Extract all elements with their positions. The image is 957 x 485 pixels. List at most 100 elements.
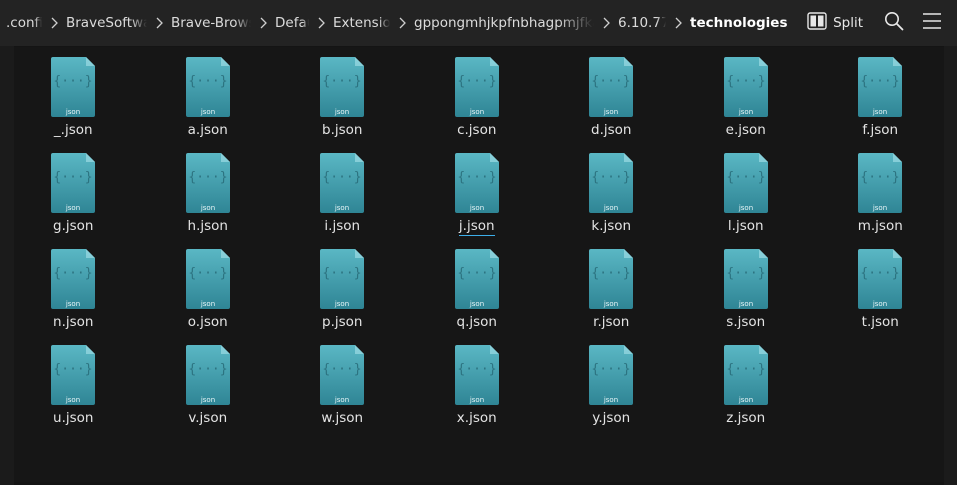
json-file-icon: {···} json (320, 345, 365, 405)
file-item[interactable]: {···} json b.json (275, 57, 410, 153)
json-file-icon: {···} json (454, 153, 499, 213)
file-name: v.json (188, 410, 228, 426)
svg-text:{···}: {···} (188, 266, 227, 281)
file-item[interactable]: {···} json m.json (813, 153, 948, 249)
svg-text:{···}: {···} (861, 266, 900, 281)
svg-text:{···}: {···} (592, 74, 631, 89)
file-icon-label: json (200, 108, 215, 116)
file-item[interactable]: {···} json d.json (544, 57, 679, 153)
svg-text:{···}: {···} (592, 362, 631, 377)
file-item[interactable]: {···} json z.json (679, 345, 814, 441)
file-item[interactable]: {···} json v.json (141, 345, 276, 441)
json-file-icon: {···} json (723, 249, 768, 309)
file-view[interactable]: {···} json _.json {···} json a.json {···} json b… (14, 46, 944, 483)
json-file-icon: {···} json (858, 153, 903, 213)
file-item[interactable]: {···} json t.json (813, 249, 948, 345)
file-item[interactable]: {···} json i.json (275, 153, 410, 249)
json-file-icon: {···} json (589, 153, 634, 213)
file-item[interactable]: {···} json k.json (544, 153, 679, 249)
json-file-icon: {···} json (723, 153, 768, 213)
chevron-right-icon (666, 0, 690, 46)
chevron-right-icon (42, 0, 66, 46)
json-file-icon: {···} json (185, 249, 230, 309)
file-name: g.json (53, 218, 94, 234)
breadcrumb: .config BraveSoftware Brave-Browser Defa… (0, 0, 799, 46)
breadcrumb-item-version[interactable]: 6.10.77_0 (618, 15, 666, 31)
json-file-icon: {···} json (320, 57, 365, 117)
svg-text:{···}: {···} (592, 170, 631, 185)
file-item[interactable]: {···} json _.json (6, 57, 141, 153)
file-name: b.json (322, 122, 363, 138)
chevron-right-icon (251, 0, 275, 46)
svg-text:{···}: {···} (861, 74, 900, 89)
breadcrumb-item-current[interactable]: technologies (690, 15, 788, 31)
file-item[interactable]: {···} json s.json (679, 249, 814, 345)
json-file-icon: {···} json (51, 345, 96, 405)
file-name: p.json (322, 314, 363, 330)
search-button[interactable] (879, 8, 909, 38)
file-item[interactable]: {···} json e.json (679, 57, 814, 153)
file-name: m.json (857, 218, 903, 234)
svg-text:{···}: {···} (457, 74, 496, 89)
breadcrumb-item-extensions[interactable]: Extensions (333, 15, 390, 31)
chevron-right-icon (594, 0, 618, 46)
svg-text:{···}: {···} (188, 74, 227, 89)
json-file-icon: {···} json (185, 345, 230, 405)
svg-text:{···}: {···} (54, 170, 93, 185)
breadcrumb-item-config[interactable]: .config (6, 15, 42, 31)
breadcrumb-item-default[interactable]: Default (275, 15, 309, 31)
file-name: a.json (187, 122, 228, 138)
file-name: f.json (862, 122, 899, 138)
file-item[interactable]: {···} json a.json (141, 57, 276, 153)
file-name: r.json (593, 314, 630, 330)
svg-text:{···}: {···} (457, 362, 496, 377)
file-item[interactable]: {···} json g.json (6, 153, 141, 249)
svg-text:{···}: {···} (726, 74, 765, 89)
json-file-icon: {···} json (858, 57, 903, 117)
file-item[interactable]: {···} json o.json (141, 249, 276, 345)
file-item[interactable]: {···} json l.json (679, 153, 814, 249)
breadcrumb-item-brave-browser[interactable]: Brave-Browser (171, 15, 251, 31)
split-button[interactable]: Split (799, 8, 871, 38)
svg-text:{···}: {···} (726, 266, 765, 281)
file-item[interactable]: {···} json f.json (813, 57, 948, 153)
json-file-icon: {···} json (320, 249, 365, 309)
file-item[interactable]: {···} json y.json (544, 345, 679, 441)
file-item[interactable]: {···} json j.json (410, 153, 545, 249)
svg-text:{···}: {···} (592, 266, 631, 281)
file-item[interactable]: {···} json n.json (6, 249, 141, 345)
file-icon-label: json (872, 204, 887, 212)
file-item[interactable]: {···} json c.json (410, 57, 545, 153)
file-icon-label: json (603, 108, 618, 116)
file-item[interactable]: {···} json q.json (410, 249, 545, 345)
search-icon (884, 11, 904, 35)
file-icon-label: json (469, 300, 484, 308)
breadcrumb-item-extension-id[interactable]: gppongmhjkpfnbhagpmjfkannfbllamg (414, 15, 594, 31)
menu-button[interactable] (917, 8, 947, 38)
file-icon-label: json (872, 300, 887, 308)
file-icon-label: json (65, 300, 80, 308)
file-name: y.json (592, 410, 631, 426)
json-file-icon: {···} json (454, 57, 499, 117)
json-file-icon: {···} json (454, 345, 499, 405)
file-item[interactable]: {···} json r.json (544, 249, 679, 345)
file-item[interactable]: {···} json u.json (6, 345, 141, 441)
chevron-right-icon (309, 0, 333, 46)
file-name: t.json (861, 314, 899, 330)
svg-text:{···}: {···} (323, 266, 362, 281)
file-item[interactable]: {···} json x.json (410, 345, 545, 441)
json-file-icon: {···} json (723, 57, 768, 117)
file-item[interactable]: {···} json w.json (275, 345, 410, 441)
breadcrumb-item-bravesoftware[interactable]: BraveSoftware (66, 15, 147, 31)
file-name: q.json (456, 314, 497, 330)
file-icon-label: json (334, 108, 349, 116)
chevron-right-icon (147, 0, 171, 46)
svg-text:{···}: {···} (54, 362, 93, 377)
file-icon-label: json (738, 300, 753, 308)
file-icon-label: json (738, 108, 753, 116)
file-item[interactable]: {···} json p.json (275, 249, 410, 345)
split-button-label: Split (833, 15, 863, 31)
svg-text:{···}: {···} (54, 266, 93, 281)
file-item[interactable]: {···} json h.json (141, 153, 276, 249)
chevron-right-icon (390, 0, 414, 46)
